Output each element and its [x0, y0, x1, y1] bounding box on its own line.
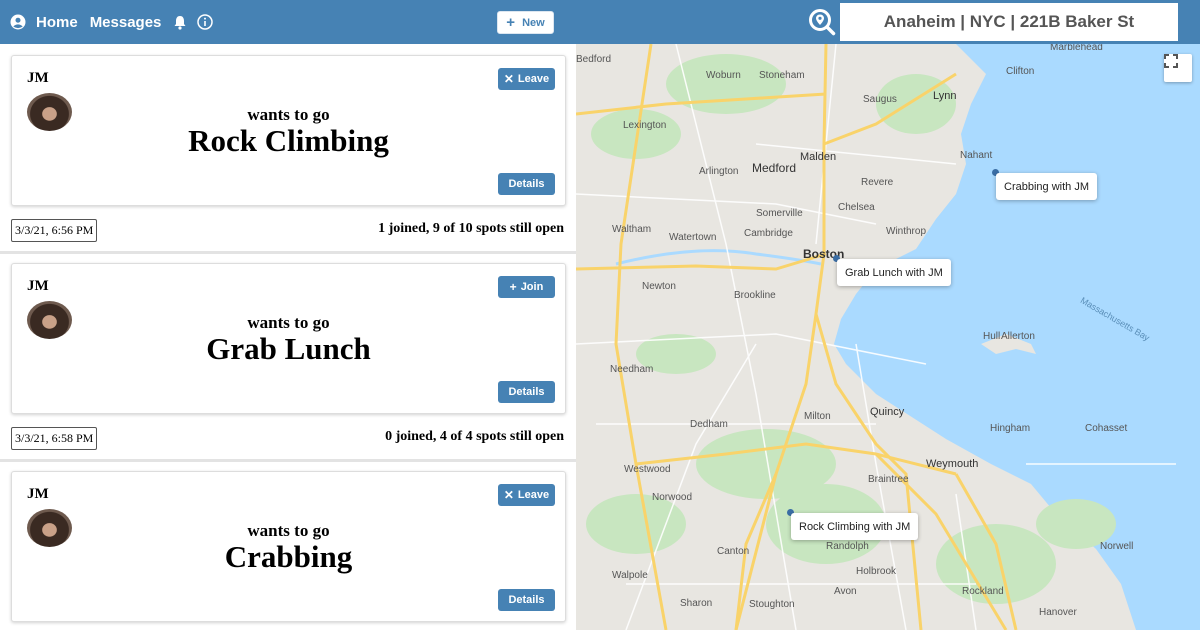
map-town-label: Holbrook [856, 566, 897, 577]
fullscreen-button[interactable] [1164, 54, 1192, 82]
map-town-label: Weymouth [926, 458, 979, 470]
leave-label: Leave [517, 73, 550, 85]
map-town-label: Walpole [612, 570, 648, 581]
map-town-label: Allerton [1001, 331, 1035, 342]
home-link[interactable]: Home [10, 14, 78, 31]
wants-text: wants to go [247, 313, 330, 332]
wants-text: wants to go [247, 521, 330, 540]
map-town-label: Hingham [990, 423, 1031, 434]
map-town-label: Sharon [680, 598, 713, 609]
messages-link[interactable]: Messages [90, 14, 162, 31]
divider [0, 459, 576, 462]
join-button[interactable]: + Join [498, 276, 555, 298]
timestamp: 3/3/21, 6:58 PM [11, 427, 98, 450]
map-town-label: Avon [834, 586, 857, 597]
leave-label: Leave [517, 489, 550, 501]
map-town-label: Quincy [870, 406, 905, 418]
nav-left-group: Home Messages [10, 0, 223, 44]
owner-name: JM [27, 278, 49, 294]
map-town-label: Milton [804, 411, 831, 422]
map-town-label: Stoughton [749, 599, 795, 610]
map-town-label: Winthrop [886, 226, 927, 237]
location-search-icon[interactable] [808, 8, 836, 36]
plus-icon: + [509, 280, 517, 294]
leave-button[interactable]: ✕ Leave [498, 484, 555, 506]
user-circle-icon [10, 14, 26, 30]
map-town-label: Dedham [690, 419, 728, 430]
map-town-label: Brookline [734, 290, 776, 301]
map-town-label: Medford [752, 161, 797, 175]
map-marker-label[interactable]: Rock Climbing with JM [791, 513, 919, 540]
map-town-label: Saugus [863, 94, 897, 105]
details-button[interactable]: Details [498, 173, 555, 195]
new-button-label: New [522, 16, 545, 29]
leave-button[interactable]: ✕ Leave [498, 68, 555, 90]
event-card: JM wants to go Grab Lunch + Join Details [11, 263, 566, 414]
map-town-label: Arlington [699, 166, 739, 177]
spots-status: 0 joined, 4 of 4 spots still open [385, 429, 564, 444]
map-marker-label[interactable]: Grab Lunch with JM [837, 259, 951, 286]
map-town-label: Cohasset [1085, 423, 1128, 434]
map-town-label: Marblehead [1050, 44, 1103, 53]
map-town-label: Canton [717, 546, 750, 557]
spots-status: 1 joined, 9 of 10 spots still open [378, 221, 564, 236]
bell-icon [174, 15, 186, 30]
activity-title: Rock Climbing [188, 123, 389, 158]
location-input[interactable]: Anaheim | NYC | 221B Baker St [840, 3, 1178, 41]
map-town-label: Revere [861, 177, 894, 188]
home-label: Home [36, 13, 78, 31]
map-town-label: Malden [800, 151, 837, 163]
fullscreen-icon [1164, 54, 1178, 68]
map-town-label: Somerville [756, 208, 803, 219]
map-town-label: Watertown [669, 232, 717, 243]
map-town-label: Newton [642, 281, 676, 292]
details-button[interactable]: Details [498, 589, 555, 611]
event-card: JM wants to go Crabbing ✕ Leave Details [11, 471, 566, 622]
notifications-button[interactable] [173, 15, 187, 30]
map-town-label: Woburn [706, 70, 741, 81]
owner-name: JM [27, 70, 49, 86]
map-town-label: Nahant [960, 150, 993, 161]
map-town-label: Hanover [1039, 607, 1077, 618]
owner-name: JM [27, 486, 49, 502]
activity-title: Grab Lunch [206, 331, 371, 366]
info-icon [197, 14, 214, 30]
map-view[interactable]: Woburn Stoneham Lynn Saugus Clifton Lexi… [576, 44, 1200, 630]
new-event-button[interactable]: + New [497, 11, 554, 34]
event-list: JM wants to go Rock Climbing ✕ Leave Det… [0, 44, 576, 630]
map-town-label: Chelsea [838, 202, 875, 213]
join-label: Join [520, 281, 544, 293]
plus-icon: + [506, 14, 516, 31]
top-navbar: Home Messages + New Anaheim | NYC | 221B… [0, 0, 1200, 44]
map-town-label: Rockland [962, 586, 1004, 597]
map-town-label: Bedford [576, 54, 612, 65]
close-icon: ✕ [503, 488, 514, 502]
map-town-label: Needham [610, 364, 654, 375]
activity-title: Crabbing [224, 539, 353, 574]
close-icon: ✕ [503, 72, 514, 86]
map-town-label: Hull [983, 331, 1001, 342]
timestamp: 3/3/21, 6:56 PM [11, 219, 98, 242]
map-town-label: Cambridge [744, 228, 793, 239]
map-town-label: Westwood [624, 464, 671, 475]
map-town-label: Lynn [933, 90, 957, 102]
event-card: JM wants to go Rock Climbing ✕ Leave Det… [11, 55, 566, 206]
details-button[interactable]: Details [498, 381, 555, 403]
info-button[interactable] [197, 14, 214, 30]
map-town-label: Clifton [1006, 66, 1035, 77]
divider [0, 251, 576, 254]
messages-label: Messages [89, 13, 162, 31]
map-town-label: Norwood [652, 492, 693, 503]
map-town-label: Lexington [623, 120, 667, 131]
map-town-label: Stoneham [759, 70, 805, 81]
map-town-label: Waltham [612, 224, 652, 235]
wants-text: wants to go [247, 105, 330, 124]
map-town-label: Randolph [826, 541, 869, 552]
map-town-label: Braintree [868, 474, 909, 485]
map-marker-label[interactable]: Crabbing with JM [996, 173, 1097, 200]
map-town-label: Norwell [1100, 541, 1134, 552]
